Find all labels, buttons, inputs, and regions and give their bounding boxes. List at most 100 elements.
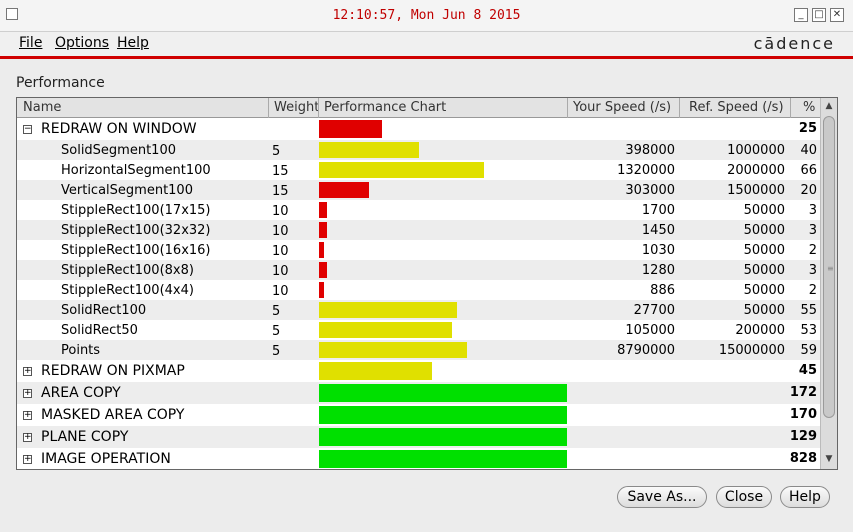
row-weight: 10 xyxy=(272,244,289,259)
grip-icon: ≡ xyxy=(827,264,834,273)
performance-bar xyxy=(319,362,432,380)
expand-icon[interactable]: + xyxy=(23,433,32,442)
row-ref-speed: 1000000 xyxy=(727,143,785,158)
performance-bar xyxy=(319,182,369,198)
performance-bar xyxy=(319,450,567,468)
menu-divider xyxy=(0,56,853,59)
save-as-button[interactable]: Save As... xyxy=(617,486,707,508)
row-percent: 3 xyxy=(808,203,817,218)
column-name[interactable]: Name xyxy=(23,100,267,115)
column-divider[interactable] xyxy=(679,98,680,118)
row-your-speed: 1030 xyxy=(641,243,675,258)
menu-options[interactable]: Options xyxy=(55,35,109,51)
column-performance-chart[interactable]: Performance Chart xyxy=(324,100,564,115)
performance-bar xyxy=(319,406,567,424)
group-row[interactable]: − REDRAW ON WINDOW 25 xyxy=(17,118,821,140)
row-percent: 172 xyxy=(789,385,817,400)
row-your-speed: 1280 xyxy=(641,263,675,278)
row-percent: 53 xyxy=(800,323,817,338)
row-name: PLANE COPY xyxy=(41,429,129,445)
row-percent: 2 xyxy=(808,283,817,298)
row-your-speed: 1450 xyxy=(641,223,675,238)
row-name: StippleRect100(32x32) xyxy=(61,223,211,238)
table-row[interactable]: VerticalSegment100 15 303000 1500000 20 xyxy=(17,180,821,200)
title-bar: 12:10:57, Mon Jun 8 2015 _ □ ✕ xyxy=(0,0,853,32)
row-percent: 170 xyxy=(789,407,817,422)
table-header: Name Weight Performance Chart Your Speed… xyxy=(17,98,821,118)
row-percent: 3 xyxy=(808,263,817,278)
group-row[interactable]: + MASKED AREA COPY 170 xyxy=(17,404,821,426)
collapse-icon[interactable]: − xyxy=(23,125,32,134)
expand-icon[interactable]: + xyxy=(23,411,32,420)
column-ref-speed[interactable]: Ref. Speed (/s) xyxy=(689,100,793,115)
close-icon[interactable]: ✕ xyxy=(830,8,844,22)
scroll-thumb[interactable]: ≡ xyxy=(823,116,835,418)
table-row[interactable]: SolidSegment100 5 398000 1000000 40 xyxy=(17,140,821,160)
performance-bar xyxy=(319,282,324,298)
row-name: MASKED AREA COPY xyxy=(41,407,185,423)
column-percent[interactable]: % xyxy=(803,100,819,115)
column-weight[interactable]: Weight xyxy=(274,100,318,115)
table-row[interactable]: StippleRect100(4x4) 10 886 50000 2 xyxy=(17,280,821,300)
menu-file[interactable]: File xyxy=(19,35,42,51)
performance-bar xyxy=(319,342,467,358)
row-percent: 20 xyxy=(800,183,817,198)
minimize-icon[interactable]: _ xyxy=(794,8,808,22)
row-weight: 5 xyxy=(272,344,281,359)
row-ref-speed: 50000 xyxy=(743,303,785,318)
row-percent: 828 xyxy=(789,451,817,466)
row-name: StippleRect100(16x16) xyxy=(61,243,211,258)
table-row[interactable]: StippleRect100(8x8) 10 1280 50000 3 xyxy=(17,260,821,280)
row-percent: 129 xyxy=(789,429,817,444)
column-divider[interactable] xyxy=(268,98,269,118)
menu-help[interactable]: Help xyxy=(117,35,149,51)
menu-help-label: Help xyxy=(117,35,149,51)
table-row[interactable]: HorizontalSegment100 15 1320000 2000000 66 xyxy=(17,160,821,180)
expand-icon[interactable]: + xyxy=(23,455,32,464)
row-percent: 45 xyxy=(798,363,817,378)
group-row[interactable]: + AREA COPY 172 xyxy=(17,382,821,404)
row-weight: 5 xyxy=(272,324,281,339)
performance-bar xyxy=(319,302,457,318)
column-divider[interactable] xyxy=(567,98,568,118)
table-row[interactable]: StippleRect100(17x15) 10 1700 50000 3 xyxy=(17,200,821,220)
performance-bar xyxy=(319,202,327,218)
row-name: StippleRect100(8x8) xyxy=(61,263,194,278)
expand-icon[interactable]: + xyxy=(23,389,32,398)
group-row[interactable]: + IMAGE OPERATION 828 xyxy=(17,448,821,469)
group-row[interactable]: + REDRAW ON PIXMAP 45 xyxy=(17,360,821,382)
row-your-speed: 27700 xyxy=(633,303,675,318)
row-percent: 25 xyxy=(798,121,817,136)
column-divider[interactable] xyxy=(318,98,319,118)
column-divider[interactable] xyxy=(790,98,791,118)
expand-icon[interactable]: + xyxy=(23,367,32,376)
row-percent: 59 xyxy=(800,343,817,358)
table-row[interactable]: Points 5 8790000 15000000 59 xyxy=(17,340,821,360)
row-name: AREA COPY xyxy=(41,385,121,401)
row-percent: 66 xyxy=(800,163,817,178)
table-row[interactable]: SolidRect50 5 105000 200000 53 xyxy=(17,320,821,340)
row-your-speed: 303000 xyxy=(625,183,675,198)
vertical-scrollbar[interactable]: ▲ ≡ ▼ xyxy=(820,98,837,469)
row-ref-speed: 50000 xyxy=(743,283,785,298)
table-row[interactable]: StippleRect100(32x32) 10 1450 50000 3 xyxy=(17,220,821,240)
group-row[interactable]: + PLANE COPY 129 xyxy=(17,426,821,448)
scroll-down-icon[interactable]: ▼ xyxy=(823,453,835,465)
maximize-icon[interactable]: □ xyxy=(812,8,826,22)
menu-bar: File Options Help cādence xyxy=(0,32,853,56)
performance-table: Name Weight Performance Chart Your Speed… xyxy=(16,97,838,470)
close-button[interactable]: Close xyxy=(716,486,772,508)
help-button[interactable]: Help xyxy=(780,486,830,508)
row-weight: 5 xyxy=(272,304,281,319)
scroll-up-icon[interactable]: ▲ xyxy=(823,100,835,112)
row-ref-speed: 50000 xyxy=(743,263,785,278)
menu-file-label: File xyxy=(19,35,43,51)
row-weight: 10 xyxy=(272,264,289,279)
row-your-speed: 8790000 xyxy=(617,343,675,358)
column-your-speed[interactable]: Your Speed (/s) xyxy=(573,100,683,115)
performance-bar xyxy=(319,428,567,446)
table-row[interactable]: SolidRect100 5 27700 50000 55 xyxy=(17,300,821,320)
row-your-speed: 886 xyxy=(650,283,675,298)
row-ref-speed: 50000 xyxy=(743,223,785,238)
table-row[interactable]: StippleRect100(16x16) 10 1030 50000 2 xyxy=(17,240,821,260)
